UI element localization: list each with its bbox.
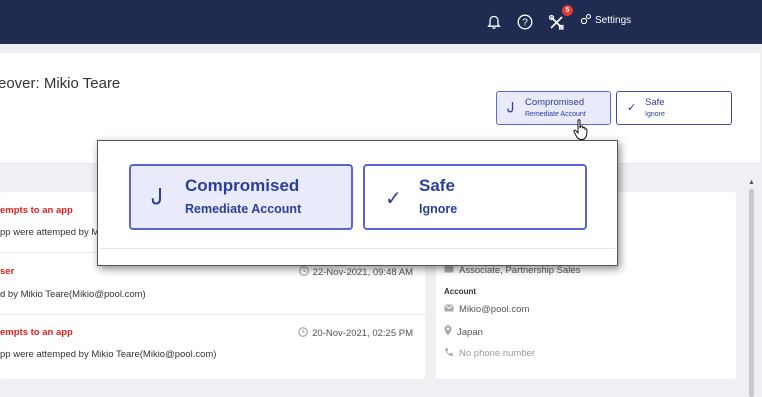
safe-button[interactable]: ✓ Safe Ignore [616, 91, 732, 125]
svg-text:?: ? [522, 18, 528, 29]
compromised-sub-label: Remediate Account [185, 202, 302, 216]
safe-sub-label: Ignore [645, 111, 665, 118]
clock-icon [298, 327, 308, 340]
scrollbar-thumb[interactable] [749, 189, 754, 397]
settings-label: Settings [595, 15, 632, 26]
activity-description: d by Mikio Teare(Mikio@pool.com) [0, 289, 146, 300]
role-text: Associate, Partnership Sales [459, 264, 581, 276]
divider [0, 314, 425, 315]
hook-icon [151, 186, 165, 212]
activity-title[interactable]: ser [0, 266, 14, 277]
page-title: eover: Mikio Teare [0, 75, 121, 92]
compromised-label: Compromised [185, 176, 300, 195]
safe-sub-label: Ignore [419, 202, 458, 216]
compromised-label: Compromised [525, 97, 585, 108]
hook-icon [507, 101, 516, 116]
location-row: Japan [444, 325, 483, 339]
notification-badge: 5 [562, 5, 573, 16]
gear-icon [580, 13, 592, 28]
activity-description: pp were attemped by Mik [0, 227, 107, 238]
vertical-scrollbar[interactable]: ▲ [746, 177, 756, 397]
location-pin-icon [444, 325, 452, 339]
help-icon[interactable]: ? [515, 12, 535, 32]
tools-icon[interactable] [546, 12, 566, 32]
activity-description: pp were attemped by Mikio Teare(Mikio@po… [0, 349, 217, 360]
clock-icon [298, 266, 309, 279]
activity-title[interactable]: empts to an app [0, 327, 73, 338]
location-text: Japan [457, 326, 483, 338]
check-icon: ✓ [627, 102, 637, 114]
safe-label: Safe [419, 176, 455, 195]
email-text[interactable]: Mikio@pool.com [459, 304, 529, 315]
zoomed-action-popup: Compromised Remediate Account ✓ Safe Ign… [97, 140, 618, 266]
activity-timestamp: 22-Nov-2021, 09:48 AM [298, 266, 413, 279]
divider [100, 248, 615, 249]
email-row: Mikio@pool.com [444, 304, 529, 315]
activity-date: 20-Nov-2021, 02:25 PM [312, 328, 413, 339]
settings-link[interactable]: Settings [580, 13, 631, 28]
safe-button-large[interactable]: ✓ Safe Ignore [363, 164, 587, 230]
check-icon: ✓ [385, 188, 402, 210]
activity-title[interactable]: empts to an app [0, 205, 73, 216]
bell-icon[interactable] [484, 12, 504, 32]
mail-icon [444, 304, 454, 315]
activity-date: 22-Nov-2021, 09:48 AM [312, 267, 413, 278]
scroll-up-arrow-icon[interactable]: ▲ [748, 179, 755, 186]
safe-label: Safe [645, 97, 665, 108]
compromised-button-large[interactable]: Compromised Remediate Account [129, 164, 353, 230]
account-label: Account [444, 287, 476, 296]
activity-timestamp: 20-Nov-2021, 02:25 PM [298, 327, 413, 340]
phone-text: No phone number [459, 348, 536, 359]
top-nav-bar: ? 5 Settings [0, 0, 762, 44]
compromised-sub-label: Remediate Account [525, 111, 586, 118]
phone-icon [444, 347, 454, 360]
hand-cursor-icon [573, 119, 588, 140]
compromised-button[interactable]: Compromised Remediate Account [496, 91, 611, 125]
phone-row: No phone number [444, 347, 535, 360]
